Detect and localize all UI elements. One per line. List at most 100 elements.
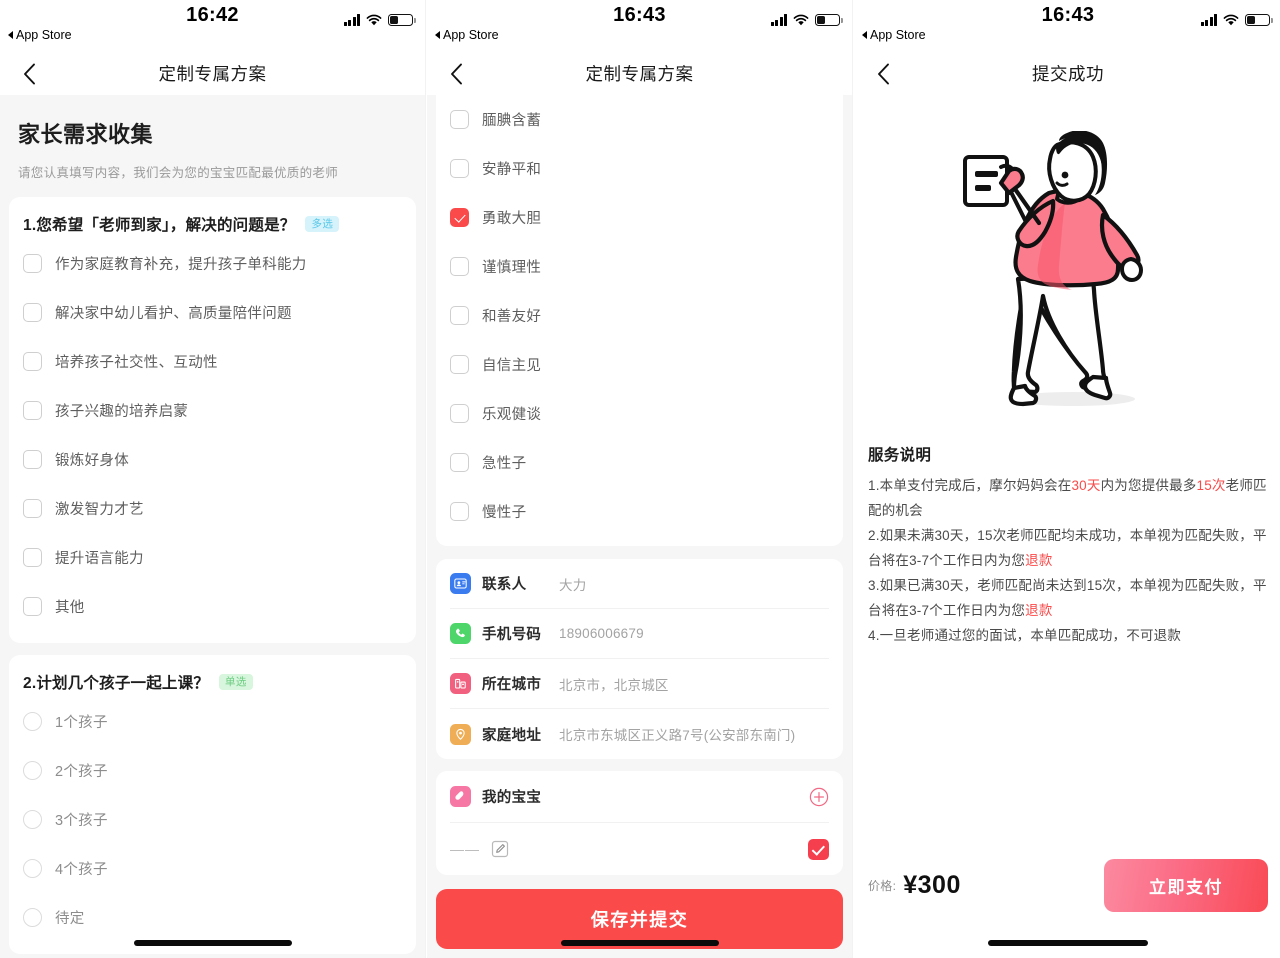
question-header: 1.您希望「老师到家」，解决的问题是？ 多选: [23, 213, 402, 235]
checkbox-option-selected[interactable]: 勇敢大胆: [450, 193, 829, 242]
radio-icon[interactable]: [23, 908, 42, 927]
checkbox-option[interactable]: 谨慎理性: [450, 242, 829, 291]
service-description-title: 服务说明: [868, 447, 932, 464]
service-description-section: 服务说明 1.本单支付完成后，摩尔妈妈会在30天内为您提供最多15次老师匹配的机…: [854, 443, 1280, 648]
checkbox-option[interactable]: 激发智力才艺: [23, 484, 402, 533]
checkbox-icon[interactable]: [23, 548, 42, 567]
checkbox-option[interactable]: 腼腆含蓄: [450, 95, 829, 144]
checkbox-option[interactable]: 解决家中幼儿看护、高质量陪伴问题: [23, 288, 402, 337]
option-label: 锻炼好身体: [55, 453, 129, 469]
checkbox-option[interactable]: 自信主见: [450, 340, 829, 389]
radio-icon[interactable]: [23, 761, 42, 780]
contact-row[interactable]: 联系人 大力: [450, 559, 829, 609]
checkbox-option[interactable]: 培养孩子社交性、互动性: [23, 337, 402, 386]
checkbox-icon[interactable]: [23, 303, 42, 322]
status-back-label: App Store: [16, 28, 72, 42]
service-text: 2.如果未满30天，15次老师匹配均未成功，本单视为匹配失败，平台将在3-7个工…: [868, 528, 1267, 568]
nav-back-button[interactable]: [866, 52, 900, 95]
option-label: 安静平和: [482, 162, 542, 178]
service-highlight: 退款: [1025, 553, 1053, 568]
option-label: 待定: [55, 911, 85, 927]
checkbox-icon[interactable]: [450, 306, 469, 325]
status-back-to-app[interactable]: App Store: [862, 28, 926, 42]
back-triangle-icon: [435, 31, 440, 39]
checkbox-option[interactable]: 慢性子: [450, 487, 829, 536]
phone-row[interactable]: 手机号码 18906006679: [450, 609, 829, 659]
checkbox-icon[interactable]: [450, 453, 469, 472]
plus-circle-icon[interactable]: [809, 787, 829, 807]
nav-back-button[interactable]: [12, 52, 46, 95]
checkbox-option[interactable]: 作为家庭教育补充，提升孩子单科能力: [23, 239, 402, 288]
service-text: 1.本单支付完成后，摩尔妈妈会在: [868, 478, 1072, 493]
checkbox-option[interactable]: 其他: [23, 582, 402, 631]
checkbox-icon[interactable]: [450, 404, 469, 423]
my-baby-header: 我的宝宝: [450, 771, 829, 823]
option-label: 勇敢大胆: [482, 211, 542, 227]
checkbox-icon[interactable]: [450, 159, 469, 178]
status-back-label: App Store: [443, 28, 499, 42]
address-row[interactable]: 家庭地址 北京市东城区正义路7号(公安部东南门): [450, 709, 829, 759]
field-value: 北京市，北京城区: [559, 677, 669, 693]
nav-back-button[interactable]: [439, 52, 473, 95]
service-item: 4.一旦老师通过您的面试，本单匹配成功，不可退款: [868, 623, 1268, 648]
form-scroll-area[interactable]: 家长需求收集 请您认真填写内容，我们会为您的宝宝匹配最优质的老师 1.您希望「老…: [0, 95, 425, 958]
baby-entry-row[interactable]: ——: [450, 823, 829, 875]
checkbox-icon[interactable]: [450, 355, 469, 374]
checkbox-option[interactable]: 安静平和: [450, 144, 829, 193]
radio-option[interactable]: 1个孩子: [23, 697, 402, 746]
payment-bar: 价格: ¥300 立即支付: [854, 854, 1280, 916]
my-baby-title: 我的宝宝: [482, 790, 542, 806]
success-content: 服务说明 1.本单支付完成后，摩尔妈妈会在30天内为您提供最多15次老师匹配的机…: [854, 95, 1280, 958]
radio-option[interactable]: 待定: [23, 893, 402, 942]
radio-option[interactable]: 3个孩子: [23, 795, 402, 844]
radio-icon[interactable]: [23, 712, 42, 731]
checkbox-icon[interactable]: [450, 110, 469, 129]
field-value: 18906006679: [559, 626, 644, 641]
baby-selected-checkbox-icon[interactable]: [808, 838, 829, 860]
status-back-to-app[interactable]: App Store: [435, 28, 499, 42]
status-badge-multi-select: 多选: [305, 216, 340, 232]
checkbox-option[interactable]: 提升语言能力: [23, 533, 402, 582]
panel-submit-success: 16:43 App Store 提交成功 服务说明 1.本单支付完成后，摩尔妈妈…: [854, 0, 1280, 958]
checkbox-option[interactable]: 乐观健谈: [450, 389, 829, 438]
radio-option[interactable]: 2个孩子: [23, 746, 402, 795]
checkbox-option[interactable]: 急性子: [450, 438, 829, 487]
option-label: 提升语言能力: [55, 551, 144, 567]
checkbox-option[interactable]: 锻炼好身体: [23, 435, 402, 484]
checkbox-icon-checked[interactable]: [450, 208, 469, 227]
checkbox-icon[interactable]: [23, 254, 42, 273]
city-building-icon: [450, 673, 471, 694]
baby-bottle-icon: [450, 786, 471, 807]
pay-now-button[interactable]: 立即支付: [1104, 858, 1268, 912]
battery-icon: [388, 14, 416, 26]
checkbox-option[interactable]: 孩子兴趣的培养启蒙: [23, 386, 402, 435]
contact-card-icon: [450, 573, 471, 594]
checkbox-icon[interactable]: [23, 597, 42, 616]
service-text: 4.一旦老师通过您的面试，本单匹配成功，不可退款: [868, 628, 1182, 643]
option-label: 孩子兴趣的培养启蒙: [55, 404, 189, 420]
price-value: ¥300: [903, 870, 961, 899]
checkbox-icon[interactable]: [450, 257, 469, 276]
radio-icon[interactable]: [23, 810, 42, 829]
back-triangle-icon: [862, 31, 867, 39]
option-label: 慢性子: [482, 505, 527, 521]
checkbox-icon[interactable]: [23, 450, 42, 469]
radio-icon[interactable]: [23, 859, 42, 878]
edit-pencil-icon[interactable]: [491, 840, 509, 858]
checkbox-icon[interactable]: [23, 352, 42, 371]
checkbox-icon[interactable]: [450, 502, 469, 521]
checkbox-option[interactable]: 和善友好: [450, 291, 829, 340]
checkbox-icon[interactable]: [23, 499, 42, 518]
option-label: 腼腆含蓄: [482, 113, 542, 129]
status-bar: 16:43 App Store: [854, 0, 1280, 52]
option-label: 自信主见: [482, 358, 542, 374]
radio-option[interactable]: 4个孩子: [23, 844, 402, 893]
checkbox-icon[interactable]: [23, 401, 42, 420]
city-row[interactable]: 所在城市 北京市，北京城区: [450, 659, 829, 709]
field-label: 家庭地址: [482, 727, 542, 744]
person-holding-document-illustration: [963, 131, 1143, 407]
cellular-signal-icon: [343, 14, 360, 26]
status-indicators: [343, 14, 416, 26]
status-back-to-app[interactable]: App Store: [8, 28, 72, 42]
form-scroll-area[interactable]: 腼腆含蓄 安静平和 勇敢大胆 谨慎理性 和善友好 自信主见 乐观健谈 急性子 慢…: [427, 95, 852, 958]
